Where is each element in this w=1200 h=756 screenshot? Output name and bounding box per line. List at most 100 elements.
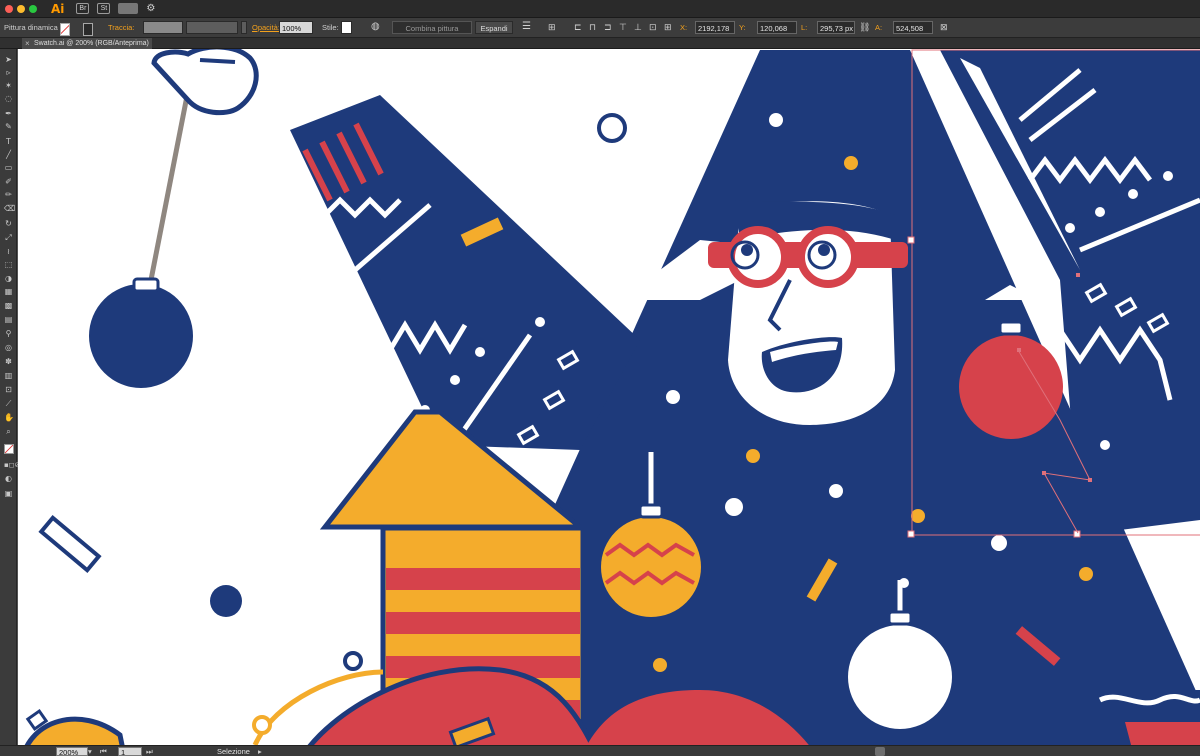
first-artboard-icon[interactable]: ⏮ [100, 747, 107, 756]
eraser-tool-icon[interactable]: ⌫ [4, 204, 15, 213]
fill-swatch[interactable] [60, 23, 70, 36]
opacity-field[interactable]: 100% [279, 21, 313, 34]
constrain-proportions-icon[interactable]: ⛓ [859, 21, 870, 34]
zoom-level-field[interactable]: 200% [56, 747, 88, 756]
merge-live-paint-button[interactable]: Combina pittura dinamica [392, 21, 472, 46]
zoom-dropdown-icon[interactable]: ▾ [88, 747, 92, 756]
hand-tool-icon[interactable]: ✋ [4, 413, 14, 422]
blend-tool-icon[interactable]: ◎ [4, 343, 13, 352]
graphic-style-swatch[interactable] [341, 21, 352, 34]
white-bauble-cap [887, 610, 913, 626]
shape-builder-tool-icon[interactable]: ◑ [4, 274, 13, 283]
recolor-artwork-icon[interactable]: ◍ [371, 20, 380, 33]
rotate-tool-icon[interactable]: ↻ [4, 219, 13, 228]
document-tab[interactable]: × Swatch.ai @ 200% (RGB/Anteprima) [22, 38, 152, 49]
tools-panel: ➤ ▹ ✶ ◌ ✒ ✎ T ╱ ▭ ✐ ✏ ⌫ ↻ ⤢ ≀ ⬚ ◑ ▦ ▩ ▤ … [0, 49, 20, 745]
width-tool-icon[interactable]: ≀ [4, 247, 13, 256]
line-tool-icon[interactable]: ╱ [4, 150, 13, 159]
symbol-sprayer-tool-icon[interactable]: ✽ [4, 357, 13, 366]
align-top-icon[interactable]: ⊤ [619, 21, 627, 34]
align-right-icon[interactable]: ⊐ [604, 21, 612, 34]
pencil-tool-icon[interactable]: ✏ [4, 190, 13, 199]
width-field[interactable]: 295,73 px [817, 21, 855, 34]
height-label: A: [875, 23, 883, 32]
drawing-modes-icon[interactable]: ◐ [4, 474, 13, 483]
confetti-ring-yellow [252, 715, 272, 735]
column-graph-tool-icon[interactable]: ▥ [4, 371, 13, 380]
mesh-tool-icon[interactable]: ▩ [4, 301, 13, 310]
selection-handle[interactable] [907, 530, 915, 538]
transform-panel-icon[interactable]: ⊞ [664, 21, 672, 34]
scale-tool-icon[interactable]: ⤢ [4, 233, 13, 242]
close-tab-icon[interactable]: × [25, 38, 30, 49]
yellow-bauble-cap [638, 503, 664, 519]
paintbrush-tool-icon[interactable]: ✐ [4, 177, 13, 186]
height-field[interactable]: 524,508 px [893, 21, 933, 46]
rectangle-tool-icon[interactable]: ▭ [4, 163, 13, 172]
align-panel-icon[interactable]: ☰ [522, 20, 531, 33]
minimize-window-button[interactable] [17, 4, 25, 13]
sweater-dot [475, 347, 485, 357]
zoom-window-button[interactable] [29, 4, 37, 13]
type-tool-icon[interactable]: T [4, 137, 13, 146]
expand-button[interactable]: Espandi [475, 21, 513, 34]
align-to-selection-icon[interactable]: ⊞ [548, 21, 556, 34]
curvature-tool-icon[interactable]: ✎ [4, 122, 13, 131]
stroke-swatch[interactable] [83, 23, 93, 36]
christmas-illustration[interactable] [18, 49, 1200, 745]
y-position-field[interactable]: 120,068 px [757, 21, 797, 46]
confetti-dot [1079, 567, 1093, 581]
stroke-weight-field[interactable] [143, 21, 183, 34]
zoom-tool-icon[interactable]: ⌕ [4, 427, 13, 436]
confetti-dot [991, 535, 1007, 551]
x-label: X: [680, 23, 688, 32]
selection-tool-icon[interactable]: ➤ [4, 55, 13, 64]
selection-handle[interactable] [907, 236, 915, 244]
width-label: L: [801, 23, 808, 32]
align-center-icon[interactable]: ⊓ [589, 21, 596, 34]
last-artboard-icon[interactable]: ⏭ [146, 747, 153, 756]
opacity-label[interactable]: Opacità: [252, 21, 280, 34]
stroke-label[interactable]: Traccia: [108, 21, 134, 34]
sweater-dot [1095, 207, 1105, 217]
screen-mode-icon[interactable]: ▣ [4, 489, 13, 498]
align-middle-icon[interactable]: ⊥ [634, 21, 642, 34]
perspective-grid-tool-icon[interactable]: ▦ [4, 287, 13, 296]
slice-tool-icon[interactable]: ⟋ [4, 399, 13, 408]
gradient-tool-icon[interactable]: ▤ [4, 315, 13, 324]
eyedropper-tool-icon[interactable]: ⚲ [4, 329, 13, 338]
artboard-canvas[interactable] [18, 49, 1200, 745]
color-mode-icons[interactable]: ▪◻⊘ [4, 461, 20, 470]
align-left-icon[interactable]: ⊏ [574, 21, 582, 34]
direct-selection-tool-icon[interactable]: ▹ [4, 68, 13, 77]
bridge-icon[interactable]: Br [76, 3, 90, 14]
confetti-ring [597, 113, 627, 143]
variable-width-profile[interactable] [186, 21, 238, 34]
fill-stroke-swatch[interactable] [4, 444, 14, 454]
confetti-dot [899, 578, 909, 588]
horizontal-scrollbar-thumb[interactable] [875, 747, 885, 756]
pen-tool-icon[interactable]: ✒ [4, 109, 13, 118]
workspace-switcher-icon[interactable] [118, 3, 139, 14]
sweater-dot [1065, 223, 1075, 233]
stock-icon[interactable]: St [97, 3, 111, 14]
status-menu-icon[interactable]: ▸ [258, 747, 262, 756]
magic-wand-tool-icon[interactable]: ✶ [4, 81, 13, 90]
anchor-point[interactable] [1088, 478, 1092, 482]
corner-red [1125, 722, 1200, 745]
align-bottom-icon[interactable]: ⊡ [649, 21, 657, 34]
lasso-tool-icon[interactable]: ◌ [4, 94, 13, 103]
close-window-button[interactable] [5, 4, 13, 13]
brush-definition[interactable] [241, 21, 247, 34]
anchor-point[interactable] [1017, 348, 1021, 352]
gpu-performance-icon[interactable]: ⚙ [146, 3, 155, 14]
free-transform-tool-icon[interactable]: ⬚ [4, 260, 13, 269]
anchor-point[interactable] [1076, 273, 1080, 277]
hand-finger-line [199, 58, 236, 64]
sweater-dot [450, 375, 460, 385]
isolate-object-icon[interactable]: ⊠ [940, 21, 948, 34]
artboard-number-field[interactable]: 1 [118, 747, 142, 756]
x-position-field[interactable]: 2192,178 px [695, 21, 735, 46]
anchor-point[interactable] [1042, 471, 1046, 475]
artboard-tool-icon[interactable]: ⊡ [4, 385, 13, 394]
